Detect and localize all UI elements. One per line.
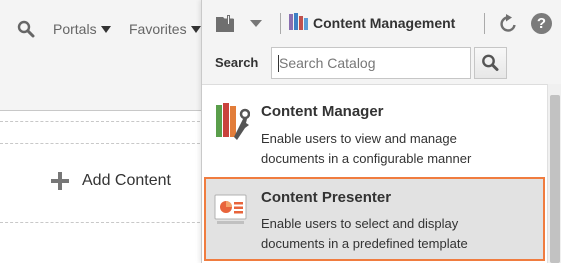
content-presenter-icon bbox=[214, 193, 250, 233]
item-description-line: Enable users to select and display bbox=[261, 216, 459, 231]
resource-catalog-panel: Content Management ? Search Search Catal… bbox=[201, 0, 561, 263]
catalog-results-list: Content Manager Enable users to view and… bbox=[202, 84, 547, 263]
item-description: Enable users to select and display docum… bbox=[261, 214, 536, 254]
text-cursor bbox=[278, 55, 279, 72]
item-description-line: documents in a predefined template bbox=[261, 236, 468, 251]
catalog-toolbar: Content Management ? bbox=[202, 0, 561, 46]
plus-icon bbox=[51, 172, 69, 190]
item-title: Content Presenter bbox=[261, 189, 392, 206]
caret-down-icon bbox=[100, 26, 111, 33]
favorites-menu[interactable]: Favorites bbox=[129, 21, 201, 37]
content-manager-icon bbox=[214, 103, 251, 143]
list-item-content-presenter[interactable]: Content Presenter Enable users to select… bbox=[204, 177, 545, 261]
dropdown-caret-icon[interactable] bbox=[250, 20, 262, 27]
list-item-content-manager[interactable]: Content Manager Enable users to view and… bbox=[204, 91, 545, 175]
catalog-search-row: Search bbox=[202, 46, 561, 84]
item-description-line: Enable users to view and manage bbox=[261, 131, 457, 146]
toolbar-separator bbox=[280, 13, 281, 34]
toolbar-separator bbox=[484, 13, 485, 34]
portals-menu-label: Portals bbox=[53, 21, 97, 37]
folder-add-icon[interactable] bbox=[215, 12, 237, 34]
content-management-icon bbox=[289, 13, 309, 31]
drop-zone-border-top bbox=[0, 121, 205, 122]
caret-down-icon bbox=[190, 26, 201, 33]
list-scrollbar[interactable] bbox=[547, 84, 561, 263]
search-icon[interactable] bbox=[17, 20, 35, 38]
drop-zone-border-top-inner bbox=[0, 143, 205, 144]
item-title: Content Manager bbox=[261, 103, 384, 120]
portals-menu[interactable]: Portals bbox=[53, 21, 111, 37]
search-label: Search bbox=[215, 55, 259, 70]
add-content-label: Add Content bbox=[82, 172, 171, 189]
content-management-title: Content Management bbox=[313, 15, 456, 31]
item-description: Enable users to view and manage document… bbox=[261, 129, 536, 169]
search-catalog-input[interactable] bbox=[271, 47, 471, 79]
search-button[interactable] bbox=[474, 47, 507, 79]
add-content-button[interactable]: Add Content bbox=[51, 172, 171, 190]
favorites-menu-label: Favorites bbox=[129, 21, 187, 37]
scrollbar-thumb[interactable] bbox=[550, 95, 560, 263]
drop-zone-border-bottom bbox=[0, 222, 205, 223]
refresh-icon[interactable] bbox=[498, 14, 518, 34]
item-description-line: documents in a configurable manner bbox=[261, 151, 472, 166]
help-icon[interactable]: ? bbox=[531, 13, 552, 34]
